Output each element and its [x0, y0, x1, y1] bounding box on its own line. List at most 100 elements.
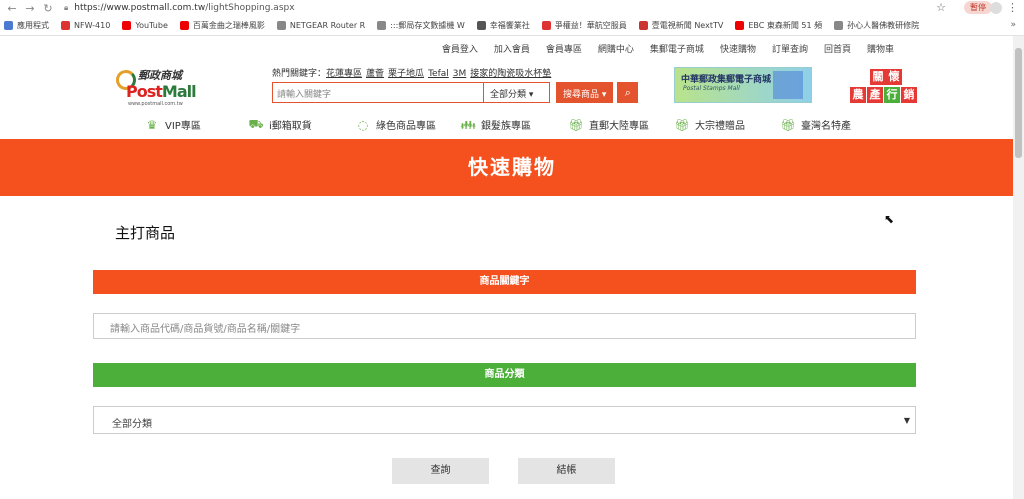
menu-icon[interactable]: ⋮: [1007, 1, 1018, 14]
gift-icon: 🎁︎: [780, 117, 796, 132]
bookmark-favicon-icon: [541, 21, 551, 30]
checkout-button[interactable]: 結帳: [518, 458, 615, 484]
top-nav-link[interactable]: 快速購物: [720, 42, 756, 55]
logo-en-b: Mall: [161, 82, 197, 101]
category-nav-item[interactable]: ⛟ i郵箱取貨: [248, 116, 311, 133]
keyword-input[interactable]: 請輸入商品代碼/商品貨號/商品名稱/關鍵字: [93, 313, 916, 339]
category-nav-item[interactable]: ♛ VIP專區: [144, 117, 201, 133]
lock-icon: 🔒︎: [64, 3, 69, 12]
banner-subtitle: Postal Stamps Mall: [683, 85, 740, 92]
back-icon[interactable]: ←: [6, 2, 18, 15]
hot-keyword-link[interactable]: 蘆薈: [366, 69, 384, 79]
top-nav-link[interactable]: 回首頁: [824, 42, 851, 55]
bookmark-favicon-icon: [122, 21, 132, 30]
bookmark-label: EBC 東森新聞 51 頻: [748, 21, 823, 30]
category-nav-label: 綠色商品專區: [376, 121, 436, 132]
url-field[interactable]: 🔒︎ https://www.postmall.com.tw/lightShop…: [64, 3, 295, 13]
avatar[interactable]: [990, 2, 1002, 14]
top-nav-link[interactable]: 購物車: [867, 42, 894, 55]
crown-icon: ♛: [146, 117, 158, 132]
mouse-cursor-icon: ⬉: [884, 212, 895, 226]
query-button[interactable]: 查詢: [392, 458, 489, 484]
hot-keyword-link[interactable]: 接家的陶瓷吸水杯墊: [470, 69, 551, 79]
profile-chip[interactable]: 暫停: [964, 1, 992, 14]
hot-keyword-link[interactable]: 3M: [453, 69, 467, 79]
page-title-banner: 快速購物: [0, 139, 1024, 196]
logo-en: PostMall: [126, 82, 197, 101]
banner-char: 產: [867, 87, 883, 103]
category-nav-item[interactable]: 👪︎ 銀髮族專區: [460, 117, 531, 133]
category-nav-item[interactable]: 🎁︎ 直郵大陸專區: [568, 117, 649, 133]
bookmark-item[interactable]: NETGEAR Router R: [276, 21, 366, 30]
banner-char: 行: [884, 87, 900, 103]
hot-keyword-link[interactable]: 栗子地瓜: [388, 69, 424, 79]
top-nav-link[interactable]: 會員專區: [546, 42, 582, 55]
site-logo[interactable]: 郵政商城 PostMall www.postmall.com.tw: [112, 64, 202, 108]
bookmark-item[interactable]: 爭權益！華航空服員: [541, 20, 627, 31]
top-nav-link[interactable]: 集郵電子商城: [650, 42, 704, 55]
box-icon: ⛟: [248, 116, 264, 131]
category-nav-label: 直郵大陸專區: [589, 121, 649, 132]
bookmark-star-icon[interactable]: ☆: [936, 1, 946, 14]
bookmark-favicon-icon: [377, 21, 387, 30]
top-nav-link[interactable]: 會員登入: [442, 42, 478, 55]
hot-keyword-link[interactable]: 花蓮專區: [326, 69, 362, 79]
category-nav-label: VIP專區: [165, 121, 201, 132]
bookmark-label: 百萬金曲之瑞棒風影: [192, 21, 265, 30]
forward-icon[interactable]: →: [24, 2, 36, 15]
bookmark-label: 爭權益！華航空服員: [554, 21, 627, 30]
bookmark-label: NETGEAR Router R: [289, 21, 366, 30]
bookmark-item[interactable]: EBC 東森新聞 51 頻: [735, 20, 822, 31]
category-nav-item[interactable]: 🎁︎ 大宗禮贈品: [674, 117, 745, 133]
bookmark-favicon-icon: [4, 21, 13, 30]
bookmark-label: 孙心人醫佛教研修院: [847, 21, 920, 30]
bookmarks-more-icon[interactable]: »: [1010, 20, 1016, 30]
bookmark-item[interactable]: 應用程式: [4, 20, 49, 31]
bookmark-item[interactable]: NFW-410: [61, 21, 110, 30]
scrollbar-thumb[interactable]: [1015, 48, 1022, 158]
banner-char: 關: [870, 69, 886, 85]
bookmark-favicon-icon: [276, 21, 286, 30]
logo-en-a: Post: [126, 82, 163, 101]
reload-icon[interactable]: ↻: [42, 2, 54, 15]
category-select[interactable]: 全部分類 ▼: [93, 406, 916, 434]
category-select-value: 全部分類: [112, 419, 152, 430]
bookmark-item[interactable]: 幸福饗業社: [476, 20, 530, 31]
bookmarks-bar: 應用程式 NFW-410 YouTube 百萬金曲之瑞棒風影 NETGEAR Route…: [0, 16, 1024, 36]
bookmark-label: :::郵局存文數據機 W: [390, 21, 465, 30]
bookmark-favicon-icon: [476, 21, 486, 30]
search-category-select[interactable]: 全部分類 ▾: [484, 82, 550, 103]
hot-keywords: 熱門關鍵字：花蓮專區 蘆薈 栗子地瓜 Tefal 3M 接家的陶瓷吸水杯墊: [272, 66, 555, 79]
main-content: 主打商品 商品關鍵字 請輸入商品代碼/商品貨號/商品名稱/關鍵字 商品分類 全部…: [0, 196, 1024, 484]
hot-keyword-link[interactable]: Tefal: [428, 69, 449, 79]
scrollbar[interactable]: [1013, 36, 1024, 499]
bookmark-item[interactable]: YouTube: [122, 21, 168, 30]
bookmark-favicon-icon: [638, 21, 648, 30]
logo-url: www.postmall.com.tw: [128, 101, 183, 107]
gift-icon: 🎁︎: [568, 117, 584, 132]
gift-icon: 🎁︎: [674, 117, 690, 132]
category-nav-label: 銀髮族專區: [481, 121, 531, 132]
search-input[interactable]: 請輸入關鍵字: [272, 82, 484, 103]
banner-char: 銷: [901, 87, 917, 103]
bookmark-favicon-icon: [61, 21, 70, 30]
top-nav-link[interactable]: 訂單查詢: [772, 42, 808, 55]
category-nav-item[interactable]: 🎁︎ 臺灣名特產: [780, 117, 851, 133]
category-nav-label: 臺灣名特產: [801, 121, 851, 132]
farm-products-banner[interactable]: 關懷農產行銷: [850, 67, 918, 105]
top-nav-link[interactable]: 網購中心: [598, 42, 634, 55]
category-nav-item[interactable]: ◌ 綠色商品專區: [355, 117, 436, 133]
category-nav: ♛ VIP專區 ⛟ i郵箱取貨 ◌ 綠色商品專區 👪︎ 銀髮族專區 🎁︎ 直郵大陸專區 🎁︎ 大宗禮贈…: [0, 110, 1024, 139]
bookmark-item[interactable]: :::郵局存文數據機 W: [377, 20, 465, 31]
stamp-mall-banner[interactable]: 中華郵政集郵電子商城 Postal Stamps Mall: [674, 67, 812, 103]
bookmark-item[interactable]: 百萬金曲之瑞棒風影: [179, 20, 265, 31]
search-products-button[interactable]: 搜尋商品 ▾: [556, 82, 614, 103]
bookmark-item[interactable]: 孙心人醫佛教研修院: [834, 20, 919, 31]
bookmark-label: 壹電視新聞 NextTV: [651, 21, 724, 30]
bookmark-item[interactable]: 壹電視新聞 NextTV: [638, 20, 724, 31]
search-icon[interactable]: ⌕: [617, 82, 639, 103]
chevron-down-icon: ▼: [903, 416, 910, 425]
top-nav-link[interactable]: 加入會員: [494, 42, 530, 55]
bookmark-label: 幸福饗業社: [489, 21, 530, 30]
leaf-icon: ◌: [357, 117, 369, 132]
